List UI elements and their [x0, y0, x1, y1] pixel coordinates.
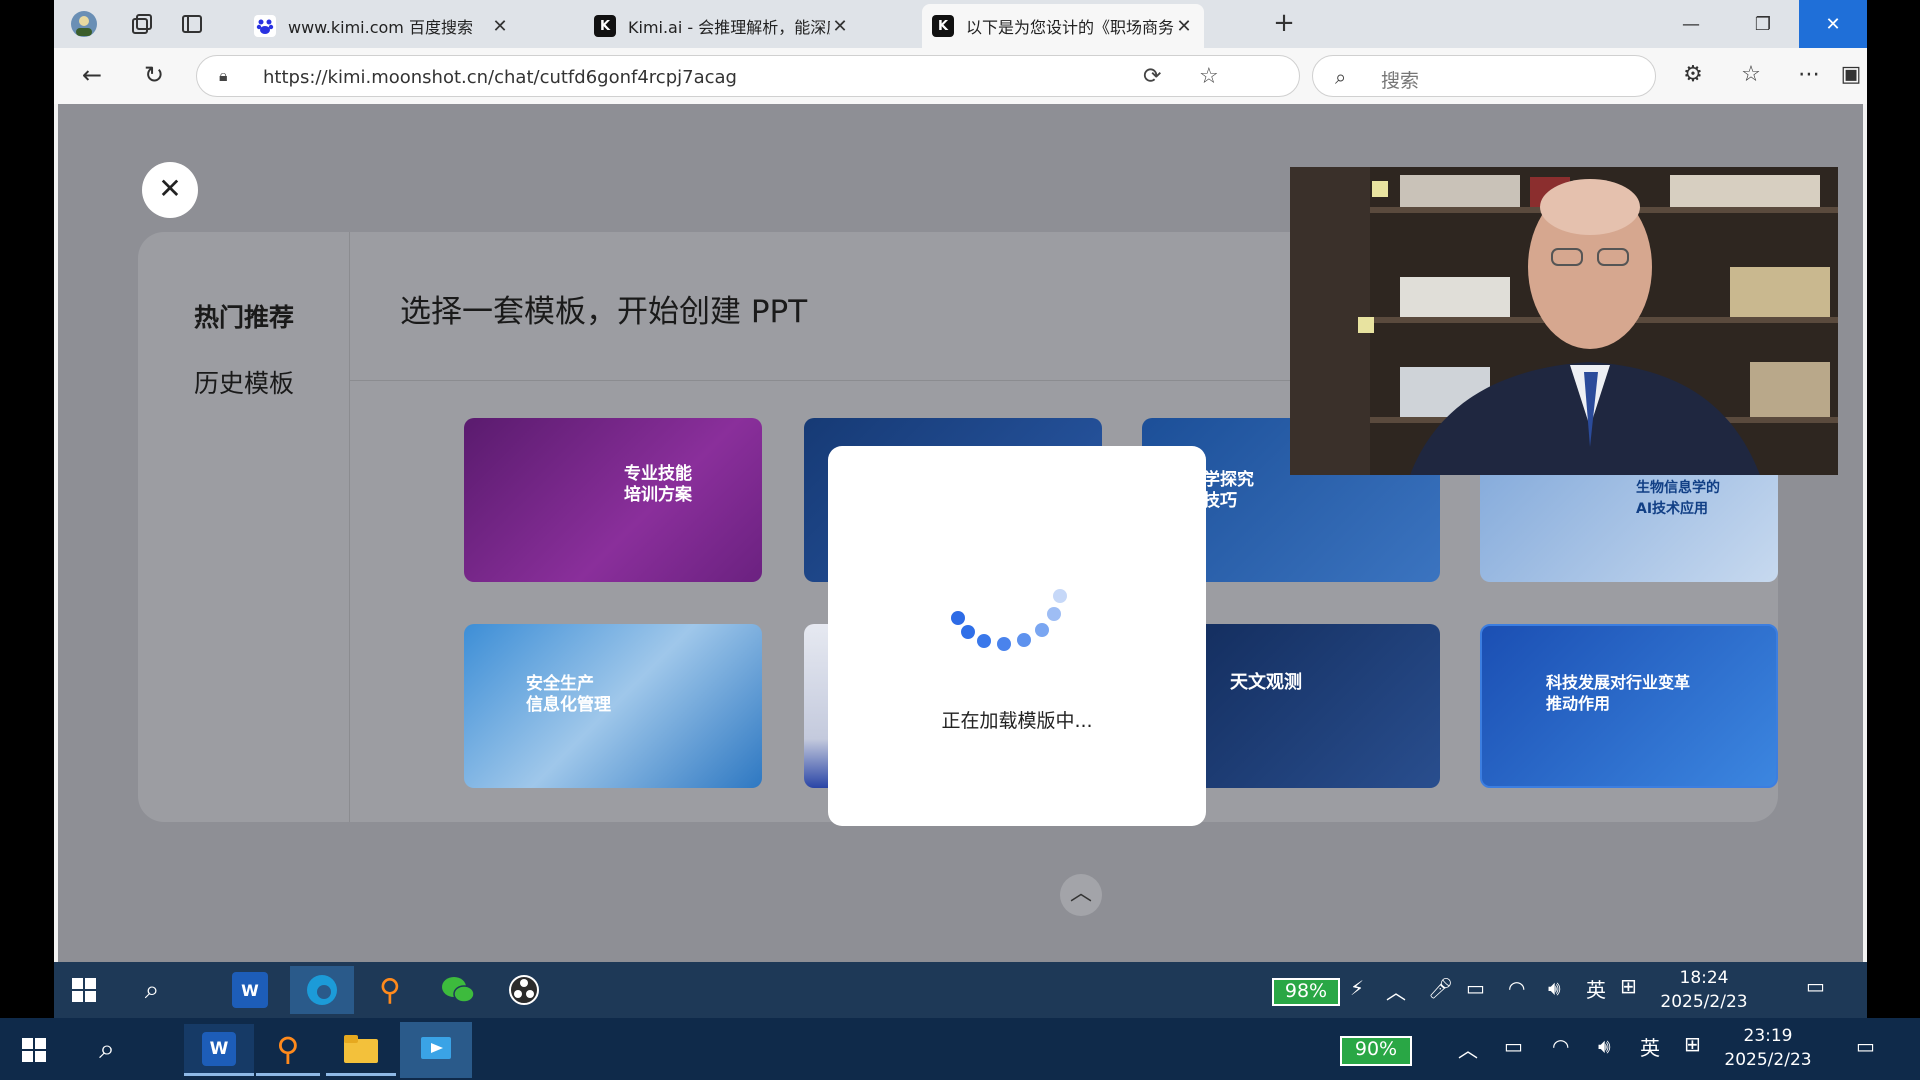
lock-icon: 🔒︎ — [219, 66, 228, 85]
file-explorer-icon[interactable] — [326, 1024, 396, 1076]
clock-date: 2025/2/23 — [1724, 1050, 1812, 1070]
remote-taskbar: ⌕ W ⚲ 98% ⚡ ︿ 🎤︎ ▭ ◠ 🔊︎ 英 ⊞ 18:24 2025/2… — [54, 962, 1867, 1018]
scroll-up-button[interactable]: ︿ — [1060, 874, 1102, 916]
read-aloud-icon[interactable]: ⟳ — [1143, 64, 1161, 89]
word-app-icon[interactable]: W — [184, 1024, 254, 1076]
template-card[interactable]: 专业技能 培训方案 — [464, 418, 762, 582]
new-tab-button[interactable]: + — [1268, 8, 1300, 40]
notification-icon[interactable]: ▭ — [1856, 1034, 1875, 1058]
clock[interactable]: 23:19 2025/2/23 — [1718, 1024, 1818, 1072]
tab-baidu[interactable]: www.kimi.com 百度搜索 ✕ — [244, 4, 520, 48]
tab-close-icon[interactable]: ✕ — [830, 16, 850, 37]
notification-icon[interactable]: ▭ — [1806, 974, 1825, 998]
search-icon[interactable]: ⌕ — [90, 1032, 124, 1066]
loading-spinner-icon — [951, 589, 1067, 651]
tab-close-icon[interactable]: ✕ — [1174, 16, 1194, 37]
template-caption: 安全生产 信息化管理 — [526, 674, 611, 715]
tab-close-icon[interactable]: ✕ — [490, 16, 510, 37]
back-button[interactable]: ← — [74, 60, 110, 92]
tab-title: Kimi.ai - 会推理解析，能深度思考 — [628, 18, 830, 37]
battery-indicator[interactable]: 98% — [1272, 978, 1340, 1006]
obs-app-icon[interactable] — [506, 972, 542, 1008]
charging-plug-icon: ⚡ — [1350, 976, 1365, 1000]
chevron-up-icon[interactable]: ︿ — [1386, 976, 1406, 1005]
kimi-icon: K — [932, 15, 954, 37]
restore-button[interactable]: ❐ — [1729, 0, 1797, 48]
profile-avatar[interactable] — [68, 8, 100, 40]
kimi-icon: K — [594, 15, 616, 37]
address-toolbar: ← ↻ 🔒︎ https://kimi.moonshot.cn/chat/cut… — [54, 48, 1867, 104]
minimize-button[interactable]: — — [1657, 0, 1725, 48]
chevron-up-icon[interactable]: ︿ — [1458, 1034, 1478, 1063]
tab-kimi-ppt[interactable]: K 以下是为您设计的《职场商务礼仪 ✕ — [922, 4, 1204, 48]
tab-actions-icon[interactable] — [176, 8, 208, 40]
start-windows-icon[interactable] — [20, 1036, 48, 1064]
extensions-icon[interactable]: ⚙ — [1676, 60, 1710, 92]
wifi-icon[interactable]: ◠ — [1508, 976, 1525, 1000]
wifi-icon[interactable]: ◠ — [1552, 1034, 1569, 1058]
template-caption: 天文观测 — [1230, 672, 1302, 693]
ime-indicator[interactable]: 英 — [1586, 974, 1606, 1003]
tab-bar: www.kimi.com 百度搜索 ✕ K Kimi.ai - 会推理解析，能深… — [54, 0, 1867, 48]
more-menu-icon[interactable]: ⋯ — [1792, 60, 1826, 92]
start-windows-icon[interactable] — [70, 976, 98, 1004]
word-app-icon[interactable]: W — [232, 972, 268, 1008]
battery-indicator[interactable]: 90% — [1340, 1036, 1412, 1066]
favorites-icon[interactable]: ☆ — [1734, 60, 1768, 92]
clock-date: 2025/2/23 — [1660, 992, 1748, 1012]
volume-icon[interactable]: 🔊︎ — [1548, 976, 1561, 1000]
microphone-icon[interactable]: 🎤︎ — [1428, 976, 1453, 1000]
clock-time: 18:24 — [1679, 968, 1729, 988]
refresh-button[interactable]: ↻ — [136, 60, 172, 92]
remote-desktop-app-icon[interactable] — [400, 1022, 472, 1078]
local-taskbar: ⌕ W ⚲ 90% ︿ ▭ ◠ 🔊︎ 英 ⊞ 23:19 2025/2/23 ▭ — [0, 1018, 1920, 1080]
clock-time: 23:19 — [1743, 1026, 1793, 1046]
clock[interactable]: 18:24 2025/2/23 — [1654, 966, 1754, 1014]
presenter-video-frame — [1290, 167, 1838, 475]
search-tool-app-icon[interactable]: ⚲ — [372, 972, 408, 1008]
sidebar-toggle-icon[interactable]: ▣ — [1834, 60, 1867, 92]
tab-title: www.kimi.com 百度搜索 — [288, 18, 473, 37]
template-caption: 专业技能 培训方案 — [624, 464, 692, 505]
address-bar[interactable]: 🔒︎ https://kimi.moonshot.cn/chat/cutfd6g… — [196, 55, 1300, 97]
ime-mode-icon[interactable]: ⊞ — [1620, 974, 1637, 998]
browser-window: www.kimi.com 百度搜索 ✕ K Kimi.ai - 会推理解析，能深… — [54, 0, 1867, 962]
close-modal-button[interactable]: ✕ — [142, 162, 198, 218]
battery-tray-icon[interactable]: ▭ — [1466, 976, 1485, 1000]
template-sidebar: 热门推荐 历史模板 — [138, 232, 350, 822]
url-text: https://kimi.moonshot.cn/chat/cutfd6gonf… — [263, 67, 737, 88]
tab-title: 以下是为您设计的《职场商务礼仪 — [966, 18, 1174, 37]
template-caption: 科技发展对行业变革 推动作用 — [1546, 673, 1691, 713]
search-icon[interactable]: ⌕ — [136, 974, 168, 1006]
template-card[interactable]: 安全生产 信息化管理 — [464, 624, 762, 788]
sidebar-item-history[interactable]: 历史模板 — [194, 364, 294, 400]
screen: www.kimi.com 百度搜索 ✕ K Kimi.ai - 会推理解析，能深… — [0, 0, 1920, 1080]
tab-kimi[interactable]: K Kimi.ai - 会推理解析，能深度思考 ✕ — [584, 4, 860, 48]
loading-text: 正在加载模版中... — [941, 710, 1093, 732]
edge-app-icon[interactable] — [290, 966, 354, 1014]
volume-icon[interactable]: 🔊︎ — [1598, 1034, 1611, 1058]
window-close-button[interactable]: ✕ — [1799, 0, 1867, 48]
profile-icon — [71, 11, 97, 37]
search-icon: ⌕ — [1335, 65, 1347, 89]
template-card[interactable]: 科技发展对行业变革 推动作用 — [1480, 624, 1778, 788]
battery-tray-icon[interactable]: ▭ — [1504, 1034, 1523, 1058]
webcam-video-overlay — [1290, 167, 1838, 475]
template-caption: 生物信息学的 AI技术应用 — [1636, 480, 1720, 517]
collections-icon[interactable] — [126, 8, 158, 40]
panel-title: 选择一套模板，开始创建 PPT — [400, 294, 808, 330]
ime-indicator[interactable]: 英 — [1640, 1032, 1660, 1061]
sidebar-item-popular[interactable]: 热门推荐 — [194, 298, 294, 334]
favorite-star-icon[interactable]: ☆ — [1199, 64, 1219, 89]
search-tool-app-icon[interactable]: ⚲ — [256, 1024, 320, 1076]
wechat-app-icon[interactable] — [440, 972, 476, 1008]
baidu-icon — [254, 15, 276, 37]
loading-dialog: 正在加载模版中... — [828, 446, 1206, 826]
search-placeholder: 搜索 — [1381, 70, 1420, 92]
search-box[interactable]: ⌕ 搜索 — [1312, 55, 1656, 97]
ime-mode-icon[interactable]: ⊞ — [1684, 1032, 1701, 1056]
